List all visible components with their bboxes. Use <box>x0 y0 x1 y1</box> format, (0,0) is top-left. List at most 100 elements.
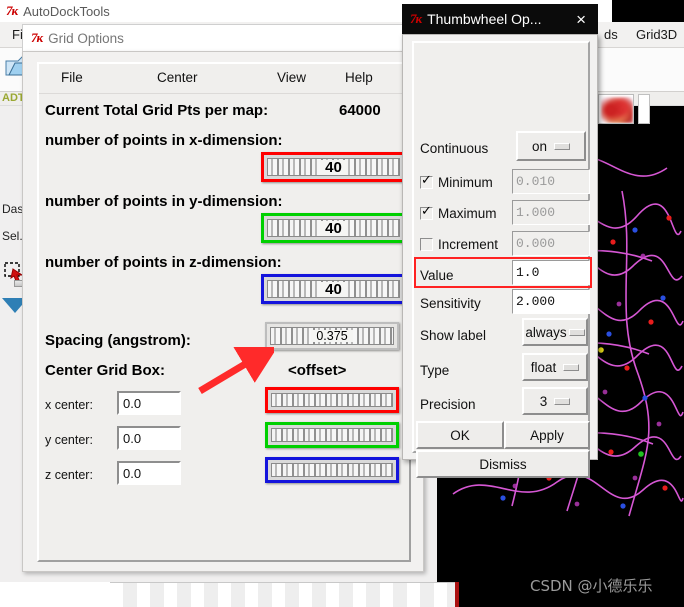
y-center-thumbwheel[interactable] <box>265 422 399 448</box>
tk-logo-icon: 7к <box>31 30 43 45</box>
thumbwheel-options-titlebar: 7к Thumbwheel Op... × <box>402 4 598 34</box>
taskbar-strip <box>110 582 455 607</box>
apply-label: Apply <box>530 427 564 443</box>
grid-options-menubar: File Center View Help <box>39 64 409 94</box>
dismiss-button[interactable]: Dismiss <box>416 450 590 478</box>
option-indicator-icon <box>554 397 571 405</box>
annotation-arrow-icon <box>198 347 274 395</box>
y-dimension-value: 40 <box>320 220 347 236</box>
screenshot-root: 7к AutoDockTools File ds Grid3D ADTA Das… <box>0 0 684 607</box>
ok-button[interactable]: OK <box>416 421 504 449</box>
y-dimension-label: number of points in y-dimension: <box>45 193 283 210</box>
thumbwheel-options-dialog: 7к Thumbwheel Op... × Continuous on Mini… <box>402 4 598 478</box>
spacing-label: Spacing (angstrom): <box>45 332 191 349</box>
tk-logo-icon: 7к <box>410 11 422 26</box>
grid-menu-help[interactable]: Help <box>345 70 373 85</box>
x-center-input[interactable]: 0.0 <box>117 391 181 415</box>
minimum-label: Minimum <box>438 174 493 190</box>
thumbwheel-track: 40 <box>267 158 400 176</box>
spacing-thumbwheel[interactable]: 0.375 <box>265 322 399 350</box>
maximum-value: 1.000 <box>516 205 556 220</box>
minimum-value: 0.010 <box>516 174 556 189</box>
thumbwheel-options-content: Continuous on Minimum 0.010 Maximum <box>412 41 592 478</box>
continuous-value: on <box>531 138 548 154</box>
option-indicator-icon <box>554 142 571 150</box>
value-label: Value <box>420 268 454 283</box>
type-option-menu[interactable]: float <box>522 353 588 381</box>
grid-menu-center[interactable]: Center <box>157 70 198 85</box>
thumbwheel-options-frame: Continuous on Minimum 0.010 Maximum <box>402 34 598 478</box>
x-center-thumbwheel[interactable] <box>265 387 399 413</box>
increment-checkbox[interactable] <box>420 237 433 251</box>
thumbwheel-track <box>271 428 393 442</box>
increment-label: Increment <box>438 236 499 252</box>
menu-item-grid3d[interactable]: Grid3D <box>628 27 684 42</box>
increment-value: 0.000 <box>516 236 556 251</box>
z-dimension-thumbwheel[interactable]: 40 <box>261 274 406 304</box>
continuous-option-menu[interactable]: on <box>516 131 586 161</box>
type-value: float <box>530 359 557 375</box>
x-center-value: 0.0 <box>123 395 142 411</box>
maximum-input[interactable]: 1.000 <box>512 200 590 225</box>
grid-options-titlebar: 7к Grid Options <box>22 24 424 51</box>
option-indicator-icon <box>568 328 585 336</box>
viewport-scrollbar[interactable] <box>638 94 650 124</box>
ok-label: OK <box>450 427 470 443</box>
thumbwheel-track: 40 <box>267 280 400 298</box>
thumbwheel-track <box>271 463 393 477</box>
show-label-label: Show label <box>420 328 487 343</box>
autodocktools-title: AutoDockTools <box>23 3 110 19</box>
thumbwheel-options-title: Thumbwheel Op... <box>427 11 542 27</box>
show-label-value: always <box>525 324 567 340</box>
value-value: 1.0 <box>516 265 540 280</box>
y-dimension-thumbwheel[interactable]: 40 <box>261 213 406 243</box>
option-indicator-icon <box>563 363 580 371</box>
total-grid-points-label: Current Total Grid Pts per map: <box>45 102 269 119</box>
show-label-option-menu[interactable]: always <box>522 318 588 346</box>
grid-menu-view[interactable]: View <box>277 70 306 85</box>
taskbar-accent <box>455 582 459 607</box>
grid-options-title: Grid Options <box>48 30 124 46</box>
continuous-label: Continuous <box>420 141 489 156</box>
minimum-checkbox[interactable] <box>420 173 433 189</box>
z-center-label: z center: <box>45 468 93 482</box>
grid-options-content: File Center View Help Current Total Grid… <box>37 62 411 562</box>
z-center-thumbwheel[interactable] <box>265 457 399 483</box>
sensitivity-label: Sensitivity <box>420 296 481 311</box>
sensitivity-input[interactable]: 2.000 <box>512 289 590 314</box>
increment-input[interactable]: 0.000 <box>512 231 590 256</box>
apply-button[interactable]: Apply <box>504 421 590 449</box>
z-center-value: 0.0 <box>123 465 142 481</box>
tk-logo-icon: 7к <box>6 3 18 18</box>
x-dimension-value: 40 <box>320 159 347 175</box>
offset-label: <offset> <box>288 362 347 379</box>
menu-item-ligands[interactable]: ds <box>596 27 626 42</box>
thumbwheel-track <box>271 393 393 407</box>
spacing-value: 0.375 <box>311 330 353 343</box>
watermark: CSDN @小德乐乐 <box>530 577 653 595</box>
taskbar-left <box>0 582 110 607</box>
x-dimension-thumbwheel[interactable]: 40 <box>261 152 406 182</box>
precision-value: 3 <box>539 393 548 409</box>
type-label: Type <box>420 363 450 378</box>
grid-menu-file[interactable]: File <box>61 70 83 85</box>
precision-label: Precision <box>420 397 476 412</box>
sensitivity-value: 2.000 <box>516 294 556 309</box>
y-center-input[interactable]: 0.0 <box>117 426 181 450</box>
z-center-input[interactable]: 0.0 <box>117 461 181 485</box>
precision-option-menu[interactable]: 3 <box>522 387 588 415</box>
grid-options-frame: File Center View Help Current Total Grid… <box>22 51 424 572</box>
z-dimension-label: number of points in z-dimension: <box>45 254 282 271</box>
grid-options-dialog: 7к Grid Options File Center View Help Cu… <box>22 24 424 572</box>
value-input[interactable]: 1.0 <box>512 260 590 285</box>
thumbwheel-track: 0.375 <box>270 327 394 345</box>
total-grid-points-value: 64000 <box>339 102 381 119</box>
maximum-label: Maximum <box>438 205 497 221</box>
thumbwheel-track: 40 <box>267 219 400 237</box>
close-icon[interactable]: × <box>572 11 590 28</box>
molecule-thumbnail-icon[interactable] <box>598 94 634 124</box>
maximum-checkbox[interactable] <box>420 204 433 220</box>
y-center-value: 0.0 <box>123 430 142 446</box>
x-dimension-label: number of points in x-dimension: <box>45 132 283 149</box>
minimum-input[interactable]: 0.010 <box>512 169 590 194</box>
